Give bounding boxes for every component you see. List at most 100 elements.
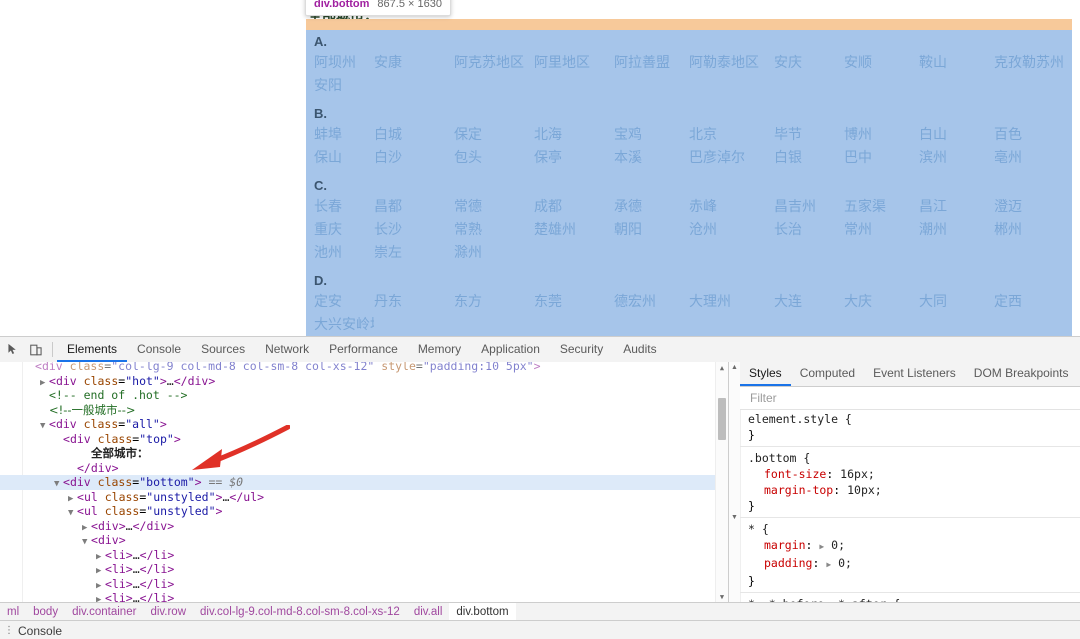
breadcrumb-item[interactable]: ml bbox=[0, 603, 26, 621]
kebab-menu-icon[interactable]: ⋮ bbox=[0, 625, 18, 636]
city-link[interactable]: 白银 bbox=[774, 146, 844, 169]
dom-node[interactable]: ▶ <ul class="unstyled">…</ul> bbox=[0, 490, 716, 505]
devtools-tab-performance[interactable]: Performance bbox=[319, 337, 408, 362]
city-link[interactable]: 阿克苏地区 bbox=[454, 51, 534, 74]
breadcrumb[interactable]: ml body div.container div.row div.col-lg-9.c… bbox=[0, 602, 1080, 621]
city-link[interactable]: 大兴安岭地 bbox=[314, 313, 374, 336]
dom-node[interactable]: ▶ <li>…</li> bbox=[0, 577, 716, 592]
dom-node[interactable]: 全部城市： bbox=[0, 446, 716, 461]
css-declaration[interactable]: padding: ▶ 0; bbox=[748, 555, 1080, 573]
styles-filter-input[interactable]: Filter bbox=[740, 387, 1080, 410]
city-link[interactable]: 定安 bbox=[314, 290, 374, 313]
css-rules-list[interactable]: element.style {} .bottom {font-size: 16px… bbox=[740, 408, 1080, 603]
dom-node[interactable]: <div class="col-lg-9 col-md-8 col-sm-8 c… bbox=[0, 362, 716, 374]
city-link[interactable]: 宝鸡 bbox=[614, 123, 689, 146]
devtools-tab-security[interactable]: Security bbox=[550, 337, 613, 362]
city-link[interactable]: 大同 bbox=[919, 290, 994, 313]
city-link[interactable]: 承德 bbox=[614, 195, 689, 218]
city-link[interactable]: 大连 bbox=[774, 290, 844, 313]
city-link[interactable]: 博州 bbox=[844, 123, 919, 146]
styles-tab-computed[interactable]: Computed bbox=[791, 362, 864, 386]
city-link[interactable]: 常熟 bbox=[454, 218, 534, 241]
css-declaration[interactable]: margin-top: 10px; bbox=[748, 482, 1080, 498]
devtools-tab-elements[interactable]: Elements bbox=[57, 337, 128, 362]
css-selector[interactable]: .bottom { bbox=[748, 450, 1080, 466]
scroll-thumb[interactable] bbox=[718, 398, 726, 440]
city-link[interactable]: 赤峰 bbox=[689, 195, 774, 218]
city-link[interactable]: 潮州 bbox=[919, 218, 994, 241]
css-selector[interactable]: element.style { bbox=[748, 411, 1080, 427]
city-link[interactable]: 大理州 bbox=[689, 290, 774, 313]
city-link[interactable]: 定西 bbox=[994, 290, 1074, 313]
dom-node[interactable]: ▼ <div class="all"> bbox=[0, 417, 716, 432]
scroll-up-arrow[interactable]: ▲ bbox=[716, 362, 728, 374]
city-link[interactable]: 包头 bbox=[454, 146, 534, 169]
dom-node-selected[interactable]: ▼ <div class="bottom"> == $0 bbox=[0, 475, 716, 490]
inspect-cursor-icon[interactable] bbox=[0, 337, 24, 362]
styles-scroll-down-arrow[interactable]: ▼ bbox=[729, 512, 740, 523]
city-link[interactable]: 安阳 bbox=[314, 74, 374, 97]
css-declaration[interactable]: margin: ▶ 0; bbox=[748, 537, 1080, 555]
city-link[interactable]: 毕节 bbox=[774, 123, 844, 146]
city-link[interactable]: 白城 bbox=[374, 123, 454, 146]
css-rule[interactable]: * {margin: ▶ 0; padding: ▶ 0;} bbox=[740, 518, 1080, 593]
city-link[interactable]: 昌都 bbox=[374, 195, 454, 218]
city-link[interactable]: 五家渠 bbox=[844, 195, 919, 218]
console-drawer[interactable]: ⋮ Console bbox=[0, 620, 1080, 639]
dom-node[interactable]: ▶ <li>…</li> bbox=[0, 562, 716, 577]
city-link[interactable]: 阿里地区 bbox=[534, 51, 614, 74]
devtools-tab-memory[interactable]: Memory bbox=[408, 337, 471, 362]
city-link[interactable]: 楚雄州 bbox=[534, 218, 614, 241]
dom-node[interactable]: ▶ <div class="hot">…</div> bbox=[0, 374, 716, 389]
city-link[interactable]: 巴中 bbox=[844, 146, 919, 169]
city-link[interactable]: 池州 bbox=[314, 241, 374, 264]
city-link[interactable]: 常州 bbox=[844, 218, 919, 241]
city-link[interactable]: 阿拉善盟 bbox=[614, 51, 689, 74]
city-link[interactable]: 昌吉州 bbox=[774, 195, 844, 218]
city-link[interactable]: 长春 bbox=[314, 195, 374, 218]
dom-node[interactable]: <!--一般城市--> bbox=[0, 403, 716, 418]
dom-node[interactable]: </div> bbox=[0, 461, 716, 476]
breadcrumb-item[interactable]: body bbox=[26, 603, 65, 621]
dom-node[interactable]: <!-- end of .hot --> bbox=[0, 388, 716, 403]
city-link[interactable]: 保亭 bbox=[534, 146, 614, 169]
city-link[interactable]: 巴彦淖尔 bbox=[689, 146, 774, 169]
devtools-tab-network[interactable]: Network bbox=[255, 337, 319, 362]
css-rule[interactable]: .bottom {font-size: 16px; margin-top: 10p… bbox=[740, 447, 1080, 518]
city-link[interactable]: 白山 bbox=[919, 123, 994, 146]
dom-scrollbar[interactable]: ▲ ▼ bbox=[715, 362, 728, 603]
city-link[interactable]: 安顺 bbox=[844, 51, 919, 74]
city-link[interactable]: 重庆 bbox=[314, 218, 374, 241]
city-link[interactable]: 沧州 bbox=[689, 218, 774, 241]
devtools-tab-application[interactable]: Application bbox=[471, 337, 550, 362]
drawer-console-label[interactable]: Console bbox=[18, 624, 62, 638]
city-link[interactable]: 北京 bbox=[689, 123, 774, 146]
city-link[interactable]: 滨州 bbox=[919, 146, 994, 169]
city-link[interactable]: 长治 bbox=[774, 218, 844, 241]
device-toolbar-icon[interactable] bbox=[24, 337, 48, 362]
city-link[interactable]: 长沙 bbox=[374, 218, 454, 241]
dom-node[interactable]: ▶ <li>…</li> bbox=[0, 548, 716, 563]
city-link[interactable]: 安庆 bbox=[774, 51, 844, 74]
city-link[interactable]: 阿勒泰地区 bbox=[689, 51, 774, 74]
city-link[interactable]: 郴州 bbox=[994, 218, 1074, 241]
city-link[interactable]: 澄迈 bbox=[994, 195, 1074, 218]
breadcrumb-item[interactable]: div.row bbox=[143, 603, 193, 621]
city-link[interactable]: 北海 bbox=[534, 123, 614, 146]
styles-tab-dom-breakpoints[interactable]: DOM Breakpoints bbox=[965, 362, 1078, 386]
devtools-tab-sources[interactable]: Sources bbox=[191, 337, 255, 362]
city-link[interactable]: 保定 bbox=[454, 123, 534, 146]
city-link[interactable]: 保山 bbox=[314, 146, 374, 169]
breadcrumb-item[interactable]: div.all bbox=[407, 603, 450, 621]
css-declaration[interactable]: font-size: 16px; bbox=[748, 466, 1080, 482]
city-link[interactable]: 成都 bbox=[534, 195, 614, 218]
city-link[interactable]: 百色 bbox=[994, 123, 1074, 146]
city-link[interactable]: 白沙 bbox=[374, 146, 454, 169]
dom-node[interactable]: ▶ <div>…</div> bbox=[0, 519, 716, 534]
devtools-tab-audits[interactable]: Audits bbox=[613, 337, 666, 362]
city-link[interactable]: 亳州 bbox=[994, 146, 1074, 169]
city-link[interactable]: 鞍山 bbox=[919, 51, 994, 74]
dom-tree-pane[interactable]: <div class="col-lg-9 col-md-8 col-sm-8 c… bbox=[0, 362, 728, 603]
city-link[interactable]: 常德 bbox=[454, 195, 534, 218]
city-link[interactable]: 蚌埠 bbox=[314, 123, 374, 146]
